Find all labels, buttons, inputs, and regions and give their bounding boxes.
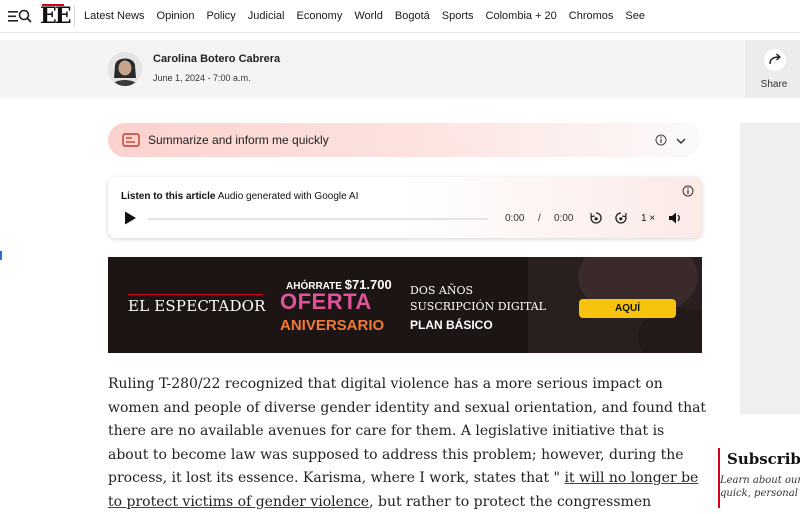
ad-cta-button[interactable]: AQUÍ [579,299,676,318]
ad-brand-rule [128,294,263,295]
author-avatar[interactable] [108,52,142,86]
subscribe-desc-line-1: Learn about our [720,475,800,486]
summarize-label: Summarize and inform me quickly [148,133,329,147]
ad-offer-title: OFERTA [280,289,372,314]
nav-link-see[interactable]: See [625,10,645,22]
total-time: 0:00 [554,213,574,224]
audio-subtitle: Audio generated with Google AI [217,191,359,202]
audio-info-icon[interactable] [682,185,694,197]
author-bar: Carolina Botero Cabrera June 1, 2024 - 7… [0,40,800,98]
site-logo[interactable]: EE [40,3,72,29]
ad-offer-subtitle: ANIVERSARIO [280,317,385,334]
author-name[interactable]: Carolina Botero Cabrera [153,53,280,65]
logo-accent [42,4,64,6]
publish-date: June 1, 2024 - 7:00 a.m. [153,73,251,83]
play-icon[interactable] [122,210,138,226]
nav-links: Latest News Opinion Policy Judicial Econ… [84,0,657,32]
nav-link-chromos[interactable]: Chromos [569,10,614,22]
nav-link-colombia-20[interactable]: Colombia + 20 [486,10,557,22]
subscribe-description: Learn about our quick, personal [720,474,800,500]
share-icon [764,49,786,71]
volume-icon[interactable] [668,211,683,225]
nav-link-judicial[interactable]: Judicial [248,10,285,22]
menu-search-icon[interactable] [7,7,33,25]
summarize-button[interactable]: Summarize and inform me quickly [108,123,701,157]
nav-link-policy[interactable]: Policy [206,10,235,22]
avatar-portrait-icon [108,52,142,86]
audio-progress-track[interactable] [148,218,488,220]
nav-link-world[interactable]: World [354,10,383,22]
nav-divider [74,6,75,26]
nav-link-sports[interactable]: Sports [442,10,474,22]
nav-link-latest-news[interactable]: Latest News [84,10,145,22]
subscription-ad-banner[interactable]: EL ESPECTADOR AHÓRRATE $71.700 OFERTA AN… [108,257,702,353]
subscribe-module[interactable]: Subscribe Learn about our quick, persona… [718,448,800,508]
nav-link-economy[interactable]: Economy [296,10,342,22]
audio-title: Listen to this article Audio generated w… [121,191,358,202]
share-label: Share [760,79,788,90]
info-icon[interactable] [655,134,667,146]
ad-plan: PLAN BÁSICO [410,318,493,332]
nav-link-bogota[interactable]: Bogotá [395,10,430,22]
scroll-position-marker [0,251,2,260]
subscribe-desc-line-2: quick, personal [720,488,798,499]
summary-card-icon [122,133,140,147]
rewind-15-icon[interactable] [589,211,603,225]
audio-heading: Listen to this article [121,191,216,202]
right-rail-ad[interactable] [740,123,800,414]
time-separator: / [538,213,541,224]
article-paragraph-end: , but rather to protect the congressmen [369,493,652,510]
ad-duration: DOS AÑOS [410,284,473,297]
ad-product: SUSCRIPCIÓN DIGITAL [410,300,546,313]
audio-player: Listen to this article Audio generated w… [108,177,702,238]
chevron-down-icon[interactable] [675,135,687,147]
playback-speed[interactable]: 1 × [641,213,655,224]
article-body: Ruling T-280/22 recognized that digital … [108,373,708,514]
ad-brand: EL ESPECTADOR [128,297,266,315]
subscribe-title: Subscribe [727,450,800,468]
top-navigation: EE Latest News Opinion Policy Judicial E… [0,0,800,33]
current-time: 0:00 [505,213,525,224]
nav-link-opinion[interactable]: Opinion [157,10,195,22]
forward-15-icon[interactable] [614,211,628,225]
share-button[interactable]: Share [746,40,800,98]
logo-text: EE [40,3,72,29]
